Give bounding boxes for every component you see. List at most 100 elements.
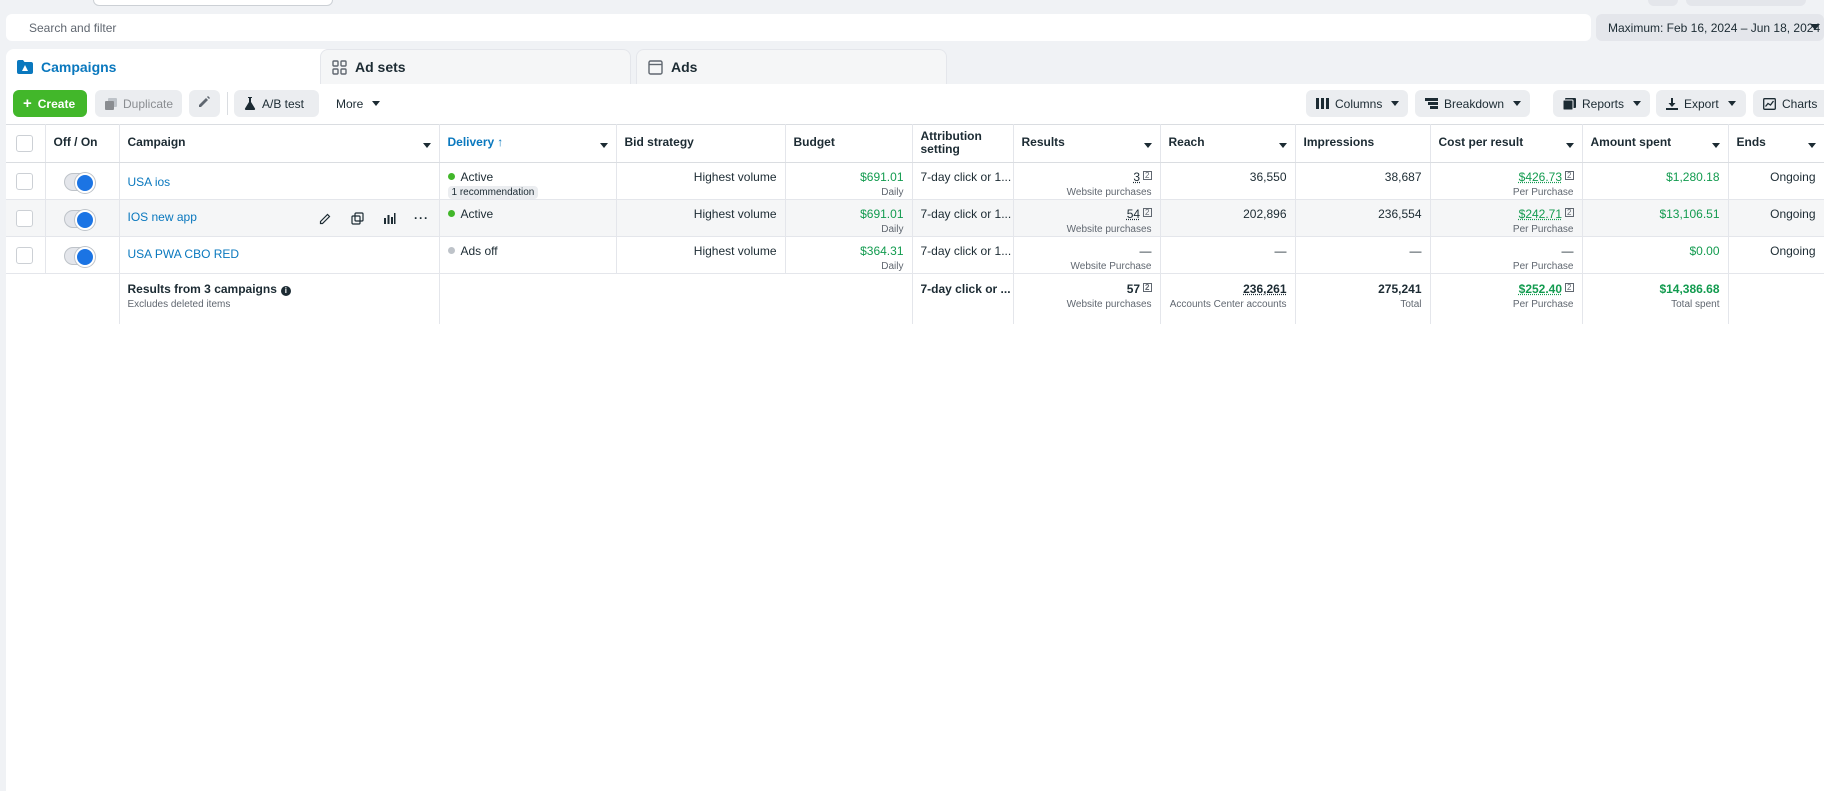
chevron-down-icon[interactable] [1144, 143, 1152, 148]
cpr-value[interactable]: $426.73 [1519, 170, 1562, 184]
more-options-icon[interactable]: ··· [413, 209, 431, 227]
col-label: Amount spent [1591, 135, 1672, 149]
tab-ads[interactable]: Ads [636, 49, 947, 84]
chevron-down-icon[interactable] [600, 143, 608, 148]
cpr-cell: $426.73 2 Per Purchase [1430, 163, 1582, 200]
totals-impressions-cell: 275,241 Total [1295, 274, 1430, 324]
col-ends[interactable]: Ends [1728, 125, 1824, 163]
chevron-down-icon[interactable] [1808, 143, 1816, 148]
totals-cpr-value[interactable]: $252.40 [1519, 282, 1562, 296]
chevron-down-icon [1810, 24, 1820, 30]
export-button[interactable]: Export [1656, 90, 1746, 117]
campaign-name-link[interactable]: USA PWA CBO RED [128, 247, 240, 261]
breakdown-icon [1425, 98, 1438, 109]
col-label: Reach [1169, 135, 1205, 149]
top-field[interactable] [93, 0, 333, 6]
results-sub: Website purchases [1022, 187, 1152, 198]
ab-test-button[interactable]: A/B test [234, 90, 319, 117]
col-amount-spent[interactable]: Amount spent [1582, 125, 1728, 163]
select-all-checkbox[interactable] [16, 135, 33, 152]
campaign-name-link[interactable]: USA ios [128, 175, 171, 189]
results-value[interactable]: 3 [1133, 170, 1140, 184]
table-row[interactable]: IOS new app ··· Active Highest volume $6… [6, 200, 1824, 237]
top-button[interactable] [1686, 0, 1806, 6]
tab-ad-sets[interactable]: Ad sets [320, 49, 631, 84]
top-button-small[interactable] [1648, 0, 1678, 6]
totals-spent-value: $14,386.68 [1591, 282, 1720, 296]
campaign-name-link[interactable]: IOS new app [128, 210, 197, 224]
row-checkbox[interactable] [16, 210, 33, 227]
results-sub: Website Purchase [1022, 261, 1152, 272]
status-dot [448, 210, 455, 217]
edit-button[interactable] [189, 90, 220, 117]
col-offon[interactable]: Off / On [45, 125, 119, 163]
chevron-down-icon[interactable] [423, 143, 431, 148]
info-icon[interactable]: i [281, 286, 291, 296]
ends-cell: Ongoing [1728, 200, 1824, 237]
bar-chart-icon[interactable] [381, 209, 399, 227]
duplicate-icon[interactable] [349, 209, 367, 227]
info-icon: 2 [1143, 208, 1151, 217]
col-attribution[interactable]: Attribution setting [912, 125, 1013, 163]
col-budget[interactable]: Budget [785, 125, 912, 163]
col-label: Attribution setting [921, 129, 982, 156]
cpr-cell: $242.71 2 Per Purchase [1430, 200, 1582, 237]
chevron-down-icon[interactable] [1279, 143, 1287, 148]
chevron-down-icon[interactable] [1712, 143, 1720, 148]
col-results[interactable]: Results [1013, 125, 1160, 163]
budget-cell: $691.01 Daily [785, 200, 912, 237]
campaign-toggle[interactable] [64, 173, 95, 191]
chevron-down-icon [1633, 101, 1641, 106]
budget-value: $364.31 [794, 244, 904, 258]
budget-cell: $364.31 Daily [785, 237, 912, 274]
table-row[interactable]: USA PWA CBO RED Ads off Highest volume $… [6, 237, 1824, 274]
campaign-toggle[interactable] [64, 247, 95, 265]
reports-button[interactable]: Reports [1553, 90, 1650, 117]
impressions-cell: — [1295, 237, 1430, 274]
search-input[interactable]: Search and filter [6, 14, 1591, 41]
more-button[interactable]: More [326, 90, 391, 117]
col-cost-per-result[interactable]: Cost per result [1430, 125, 1582, 163]
bid-strategy-cell: Highest volume [616, 237, 785, 274]
cpr-value[interactable]: $242.71 [1519, 207, 1562, 221]
col-reach[interactable]: Reach [1160, 125, 1295, 163]
col-campaign[interactable]: Campaign [119, 125, 439, 163]
campaign-cell: IOS new app ··· [119, 200, 439, 237]
row-checkbox[interactable] [16, 247, 33, 264]
delivery-status: Active [461, 170, 494, 184]
budget-value: $691.01 [794, 207, 904, 221]
edit-icon[interactable] [317, 209, 335, 227]
create-button[interactable]: + Create [13, 90, 87, 117]
totals-blank [6, 274, 45, 324]
results-value[interactable]: 54 [1127, 207, 1140, 221]
col-label: Results [1022, 135, 1065, 149]
totals-results-cell: 57 2 Website purchases [1013, 274, 1160, 324]
breakdown-button[interactable]: Breakdown [1415, 90, 1530, 117]
chevron-down-icon [1728, 101, 1736, 106]
totals-impressions-value: 275,241 [1304, 282, 1422, 296]
col-delivery[interactable]: Delivery ↑ [439, 125, 616, 163]
tab-campaigns[interactable]: Campaigns [6, 49, 367, 84]
col-label: Ends [1737, 135, 1766, 149]
reach-cell: — [1160, 237, 1295, 274]
totals-reach-value[interactable]: 236,261 [1169, 282, 1287, 296]
duplicate-button[interactable]: Duplicate [95, 90, 182, 117]
recommendation-badge[interactable]: 1 recommendation [448, 186, 539, 199]
chevron-down-icon[interactable] [1566, 143, 1574, 148]
table-row[interactable]: USA ios Active 1 recommendation Highest … [6, 163, 1824, 200]
col-impressions[interactable]: Impressions [1295, 125, 1430, 163]
col-label: Cost per result [1439, 135, 1524, 149]
campaign-toggle[interactable] [64, 210, 95, 228]
col-label: Delivery [448, 135, 495, 149]
totals-blank [45, 274, 119, 324]
row-checkbox[interactable] [16, 173, 33, 190]
columns-button[interactable]: Columns [1306, 90, 1408, 117]
col-bid-strategy[interactable]: Bid strategy [616, 125, 785, 163]
results-cell: — Website Purchase [1013, 237, 1160, 274]
charts-button[interactable]: Charts [1753, 90, 1824, 117]
cpr-value: — [1439, 244, 1574, 258]
budget-sub: Daily [794, 224, 904, 235]
chevron-down-icon [1513, 101, 1521, 106]
date-range-picker[interactable]: Maximum: Feb 16, 2024 – Jun 18, 2024 [1596, 14, 1824, 41]
attribution-cell: 7-day click or 1... [912, 200, 1013, 237]
